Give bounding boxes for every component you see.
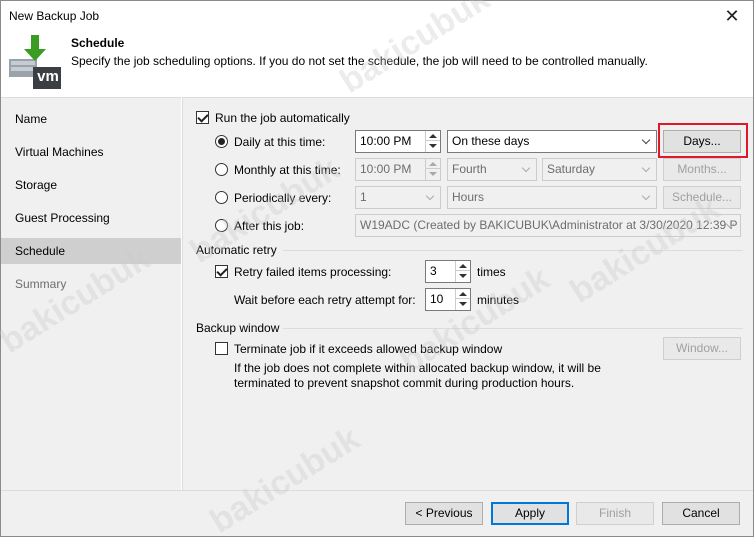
after-job-radio[interactable]: [215, 219, 228, 232]
terminate-job-checkbox[interactable]: [215, 342, 228, 355]
sidebar-item-summary: Summary: [15, 277, 67, 291]
title-bar: New Backup Job ✕: [1, 1, 753, 31]
monthly-week-select: Fourth: [447, 158, 537, 181]
retry-unit-label: times: [477, 265, 506, 279]
daily-radio[interactable]: [215, 135, 228, 148]
highlight-box: [658, 123, 748, 158]
retry-count-input[interactable]: 3: [425, 260, 471, 283]
monthly-time-value: 10:00 PM: [360, 162, 412, 176]
spin-up-icon: [426, 159, 440, 169]
sidebar-item-schedule[interactable]: Schedule: [1, 238, 181, 264]
retry-count-value: 3: [430, 264, 437, 278]
spin-down-icon: [426, 169, 440, 179]
terminate-job-label: Terminate job if it exceeds allowed back…: [234, 342, 503, 356]
close-icon[interactable]: ✕: [721, 5, 743, 27]
vm-icon-label: vm: [37, 68, 59, 85]
window-title: New Backup Job: [9, 9, 100, 23]
periodic-unit-value: Hours: [452, 190, 485, 204]
finish-button: Finish: [576, 502, 654, 525]
retry-failed-checkbox[interactable]: [215, 265, 228, 278]
monthly-label: Monthly at this time:: [234, 163, 341, 177]
automatic-retry-heading: Automatic retry: [196, 243, 277, 257]
spin-up-icon[interactable]: [456, 261, 470, 271]
sidebar-item-storage[interactable]: Storage: [1, 172, 181, 198]
spin-up-icon[interactable]: [426, 131, 440, 141]
retry-failed-label: Retry failed items processing:: [234, 265, 392, 279]
periodic-interval-select: 1: [355, 186, 441, 209]
monthly-time-input: 10:00 PM: [355, 158, 441, 181]
spin-up-icon[interactable]: [456, 289, 470, 299]
daily-time-input[interactable]: 10:00 PM: [355, 130, 441, 153]
chevron-down-icon: [725, 215, 737, 236]
run-automatically-label: Run the job automatically: [215, 111, 350, 125]
schedule-button: Schedule...: [663, 186, 741, 209]
window-button: Window...: [663, 337, 741, 360]
spin-down-icon[interactable]: [456, 271, 470, 281]
periodic-unit-select: Hours: [447, 186, 657, 209]
after-job-value: W19ADC (Created by BAKICUBUK\Administrat…: [360, 218, 738, 232]
sidebar-item-name[interactable]: Name: [1, 106, 181, 132]
section-divider: [283, 328, 743, 329]
retry-count-spinner[interactable]: [455, 261, 470, 282]
chevron-down-icon: [641, 131, 653, 152]
run-automatically-checkbox[interactable]: [196, 111, 209, 124]
daily-time-value: 10:00 PM: [360, 134, 412, 148]
previous-button[interactable]: < Previous: [405, 502, 483, 525]
retry-wait-value: 10: [430, 292, 444, 306]
months-button: Months...: [663, 158, 741, 181]
periodically-radio[interactable]: [215, 191, 228, 204]
daily-days-select[interactable]: On these days: [447, 130, 657, 153]
monthly-day-select: Saturday: [542, 158, 657, 181]
section-divider: [283, 250, 743, 251]
chevron-down-icon: [641, 159, 653, 180]
wizard-header: vm Schedule Specify the job scheduling o…: [1, 31, 753, 97]
cancel-button[interactable]: Cancel: [662, 502, 740, 525]
chevron-down-icon: [521, 159, 533, 180]
after-job-select: W19ADC (Created by BAKICUBUK\Administrat…: [355, 214, 741, 237]
chevron-down-icon: [425, 187, 437, 208]
backup-vm-icon: vm: [7, 33, 63, 91]
backup-window-heading: Backup window: [196, 321, 280, 335]
retry-wait-input[interactable]: 10: [425, 288, 471, 311]
retry-wait-label: Wait before each retry attempt for:: [234, 293, 416, 307]
daily-time-spinner[interactable]: [425, 131, 440, 152]
new-backup-job-window: New Backup Job ✕ vm Schedule Specify the…: [0, 0, 754, 537]
periodically-label: Periodically every:: [234, 191, 332, 205]
retry-wait-spinner[interactable]: [455, 289, 470, 310]
sidebar-item-guest-processing[interactable]: Guest Processing: [1, 205, 181, 231]
wizard-steps-sidebar: Name Virtual Machines Storage Guest Proc…: [1, 97, 181, 490]
daily-days-value: On these days: [452, 134, 530, 148]
backup-window-note-line1: If the job does not complete within allo…: [234, 361, 601, 375]
retry-wait-unit-label: minutes: [477, 293, 520, 307]
chevron-down-icon: [641, 187, 653, 208]
apply-button[interactable]: Apply: [491, 502, 569, 525]
periodic-interval-value: 1: [360, 190, 367, 204]
spin-down-icon[interactable]: [456, 299, 470, 309]
monthly-radio[interactable]: [215, 163, 228, 176]
after-job-label: After this job:: [234, 219, 305, 233]
monthly-day-value: Saturday: [547, 162, 596, 176]
backup-window-note-line2: terminated to prevent snapshot commit du…: [234, 376, 575, 390]
daily-label: Daily at this time:: [234, 135, 326, 149]
schedule-content-panel: Run the job automatically Daily at this …: [182, 97, 753, 490]
monthly-time-spinner: [425, 159, 440, 180]
page-title: Schedule: [71, 36, 125, 50]
monthly-week-value: Fourth: [452, 162, 487, 176]
spin-down-icon[interactable]: [426, 141, 440, 151]
page-description: Specify the job scheduling options. If y…: [71, 54, 648, 68]
wizard-footer: < Previous Apply Finish Cancel: [1, 490, 753, 536]
sidebar-item-virtual-machines[interactable]: Virtual Machines: [1, 139, 181, 165]
